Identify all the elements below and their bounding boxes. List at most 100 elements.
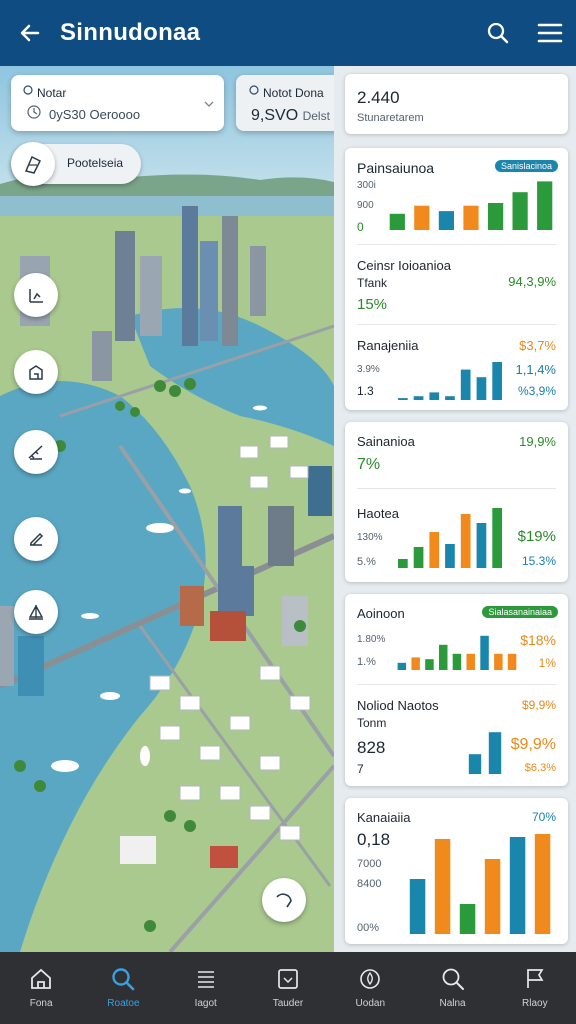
- filter-secondary-suffix: Delst: [302, 109, 330, 123]
- nav-label: Fona: [29, 998, 53, 1009]
- chart-bar: [476, 377, 487, 400]
- card3-sec2-bar-chart: [468, 732, 502, 774]
- filter-primary[interactable]: Notar 0yS30 Oeroooo: [11, 75, 224, 131]
- draw-tool[interactable]: [14, 517, 58, 561]
- summary-caption: Stunaretarem: [357, 112, 424, 124]
- card1-axis-mid: 900: [357, 200, 374, 211]
- chart-bar: [414, 205, 430, 230]
- card1-sec2-value: 15%: [357, 296, 388, 313]
- chart-bar: [476, 523, 487, 568]
- filter-primary-value: 0yS30 Oeroooo: [49, 107, 141, 122]
- nav-item-6[interactable]: Nalna: [411, 952, 493, 1024]
- stats-card-2[interactable]: Sainanioa 7% 19,9% Haotea 130% 5.% $19% …: [345, 422, 568, 582]
- chart-bar: [537, 181, 553, 230]
- summary-card[interactable]: 2.440 Stunaretarem: [345, 74, 568, 134]
- summary-value: 2.440: [357, 88, 400, 107]
- chart-bar: [409, 879, 426, 934]
- nav-item-5[interactable]: Uodan: [329, 952, 411, 1024]
- card3-badge: Sialasanainaiaa: [482, 606, 558, 618]
- chart-bar: [425, 659, 434, 670]
- chart-bar: [507, 653, 517, 670]
- card2-sec1-title: Sainanioa: [357, 434, 415, 449]
- divider: [357, 684, 556, 685]
- card1-sec3-right2: 1,1,4%: [515, 362, 556, 377]
- card1-sec3-small1: 3.9%: [357, 364, 380, 375]
- card2-sec2-small2: 5.%: [357, 556, 376, 568]
- search-icon: [442, 968, 464, 990]
- menu-button[interactable]: [524, 0, 576, 66]
- nav-item-1[interactable]: Fona: [0, 952, 82, 1024]
- card1-sec2-title: Ceinsr Ioioanioa: [357, 258, 451, 273]
- building-tool[interactable]: [14, 350, 58, 394]
- clock-icon: [27, 105, 41, 119]
- card1-axis-bottom: 0: [357, 220, 364, 234]
- divider: [357, 324, 556, 325]
- chart-bar: [459, 904, 476, 934]
- map-illustration: [0, 66, 334, 952]
- home-icon: [31, 968, 52, 989]
- card1-axis-top: 300i: [357, 180, 376, 191]
- filter-secondary-label: Notot Dona: [263, 86, 324, 100]
- card2-sec2-bar-chart: [398, 508, 502, 568]
- layer-chip[interactable]: Pootelseia: [11, 142, 141, 186]
- stats-card-3[interactable]: Aoinoon Sialasanainaiaa 1.80% 1.% $18% 1…: [345, 594, 568, 786]
- card2-sec1-right: 19,9%: [519, 434, 556, 449]
- search-icon: [112, 968, 135, 991]
- nav-item-2[interactable]: Roatoe: [82, 952, 164, 1024]
- pin-icon: [249, 85, 259, 95]
- card3-sec1-bar-chart: [397, 635, 517, 670]
- filter-secondary-number: 9,SVO: [251, 107, 299, 124]
- chart-line-tool[interactable]: [14, 273, 58, 317]
- chart-bar: [434, 839, 451, 934]
- chart-bar: [398, 559, 408, 568]
- card1-sec2-sub: Tfank: [357, 276, 388, 290]
- chart-bar: [480, 635, 489, 670]
- sail-tool[interactable]: [14, 590, 58, 634]
- stats-card-1[interactable]: Painsaiunoa Sanislacinoa 300i 900 0 Cein…: [345, 148, 568, 410]
- chart-bar: [509, 837, 526, 934]
- chart-bar: [439, 644, 448, 670]
- chart-bar: [463, 205, 479, 230]
- card1-sec3-small2: 1.3: [357, 384, 374, 398]
- nav-item-7[interactable]: Rlaoy: [494, 952, 576, 1024]
- card3-sec2-value: 828: [357, 738, 386, 757]
- nav-label: Tauder: [272, 998, 304, 1009]
- card2-sec2-title: Haotea: [357, 506, 399, 521]
- chart-bar: [460, 514, 471, 568]
- chart-bar: [468, 754, 482, 774]
- building-icon: [29, 365, 43, 380]
- card2-sec2-small1: 130%: [357, 532, 383, 543]
- nav-item-4[interactable]: Tauder: [247, 952, 329, 1024]
- card3-sec1-right2: 1%: [538, 656, 556, 670]
- chart-bar: [413, 396, 424, 400]
- stats-panel: 2.440 Stunaretarem Painsaiunoa Sanislaci…: [334, 66, 576, 952]
- locate-button[interactable]: [262, 878, 306, 922]
- back-button[interactable]: [0, 0, 60, 66]
- chart-bar: [466, 653, 475, 670]
- nav-item-3[interactable]: Iagot: [165, 952, 247, 1024]
- chart-bar: [460, 369, 471, 400]
- card3-sec1-small2: 1.%: [357, 656, 376, 668]
- card3-sec1-small1: 1.80%: [357, 634, 386, 645]
- chart-bar: [445, 544, 455, 568]
- card3-sec1-right1: $18%: [520, 632, 556, 648]
- card2-sec2-right2: 15.3%: [521, 554, 556, 568]
- bottom-navigation: Fona Roatoe Iagot Tauder Uodan Nalna Rla…: [0, 952, 576, 1024]
- flag-icon: [526, 969, 544, 988]
- card1-badge: Sanislacinoa: [494, 160, 558, 172]
- chart-bar: [492, 508, 502, 568]
- chart-bar: [438, 211, 454, 230]
- nav-label: Roatoe: [107, 998, 140, 1009]
- search-button[interactable]: [472, 0, 524, 66]
- chart-bar: [397, 662, 407, 670]
- divider: [357, 244, 556, 245]
- card3-sec2-title: Noliod Naotos: [357, 698, 439, 713]
- card1-sec3-title: Ranajeniia: [357, 338, 419, 353]
- filter-primary-label: Notar: [37, 86, 67, 100]
- nav-label: Rlaoy: [522, 998, 548, 1009]
- card4-small2: 8400: [357, 878, 382, 890]
- city-map[interactable]: Notar 0yS30 Oeroooo Notot Dona 9,SVO Del…: [0, 66, 334, 952]
- ruler-tool[interactable]: [14, 430, 58, 474]
- filter-secondary[interactable]: Notot Dona 9,SVO Delst: [236, 75, 334, 131]
- stats-card-4[interactable]: Kanaiaiia 70% 0,18 7000 8400 00%: [345, 798, 568, 944]
